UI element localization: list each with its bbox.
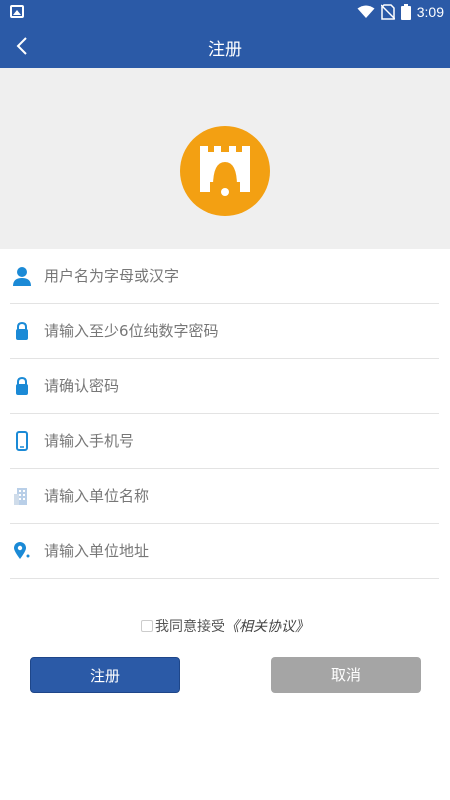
username-input[interactable] bbox=[44, 257, 434, 295]
page-title: 注册 bbox=[208, 40, 242, 60]
agreement: 我同意接受《相关协议》 bbox=[0, 616, 450, 636]
confirm-password-row bbox=[10, 359, 439, 414]
status-time: 3:09 bbox=[416, 4, 444, 20]
app-logo bbox=[180, 126, 270, 216]
lock-icon bbox=[16, 376, 28, 395]
unit-name-input[interactable] bbox=[44, 477, 434, 515]
unit-address-row bbox=[10, 524, 439, 579]
unit-address-input[interactable] bbox=[44, 532, 434, 570]
building-icon bbox=[14, 488, 27, 505]
agreement-checkbox[interactable] bbox=[141, 620, 153, 632]
no-sim-icon bbox=[380, 4, 395, 20]
status-bar: 3:09 bbox=[0, 0, 450, 24]
username-row bbox=[10, 249, 439, 304]
password-row bbox=[10, 304, 439, 359]
password-input[interactable] bbox=[44, 312, 434, 350]
agreement-text: 我同意接受 bbox=[155, 619, 225, 635]
unit-name-row bbox=[10, 469, 439, 524]
user-icon bbox=[13, 267, 31, 286]
app-bar: 注册 bbox=[0, 24, 450, 68]
phone-row bbox=[10, 414, 439, 469]
phone-input[interactable] bbox=[44, 422, 434, 460]
phone-icon bbox=[16, 431, 28, 451]
register-form bbox=[10, 249, 439, 579]
image-notification-icon bbox=[10, 5, 24, 18]
lock-icon bbox=[16, 321, 28, 340]
logo-banner bbox=[0, 68, 450, 249]
location-pin-icon bbox=[14, 542, 30, 559]
register-button[interactable]: 注册 bbox=[30, 657, 180, 693]
battery-icon bbox=[400, 4, 411, 20]
wifi-icon bbox=[357, 5, 375, 18]
confirm-password-input[interactable] bbox=[44, 367, 434, 405]
agreement-link[interactable]: 《相关协议》 bbox=[225, 619, 309, 635]
cancel-button[interactable]: 取消 bbox=[271, 657, 421, 693]
